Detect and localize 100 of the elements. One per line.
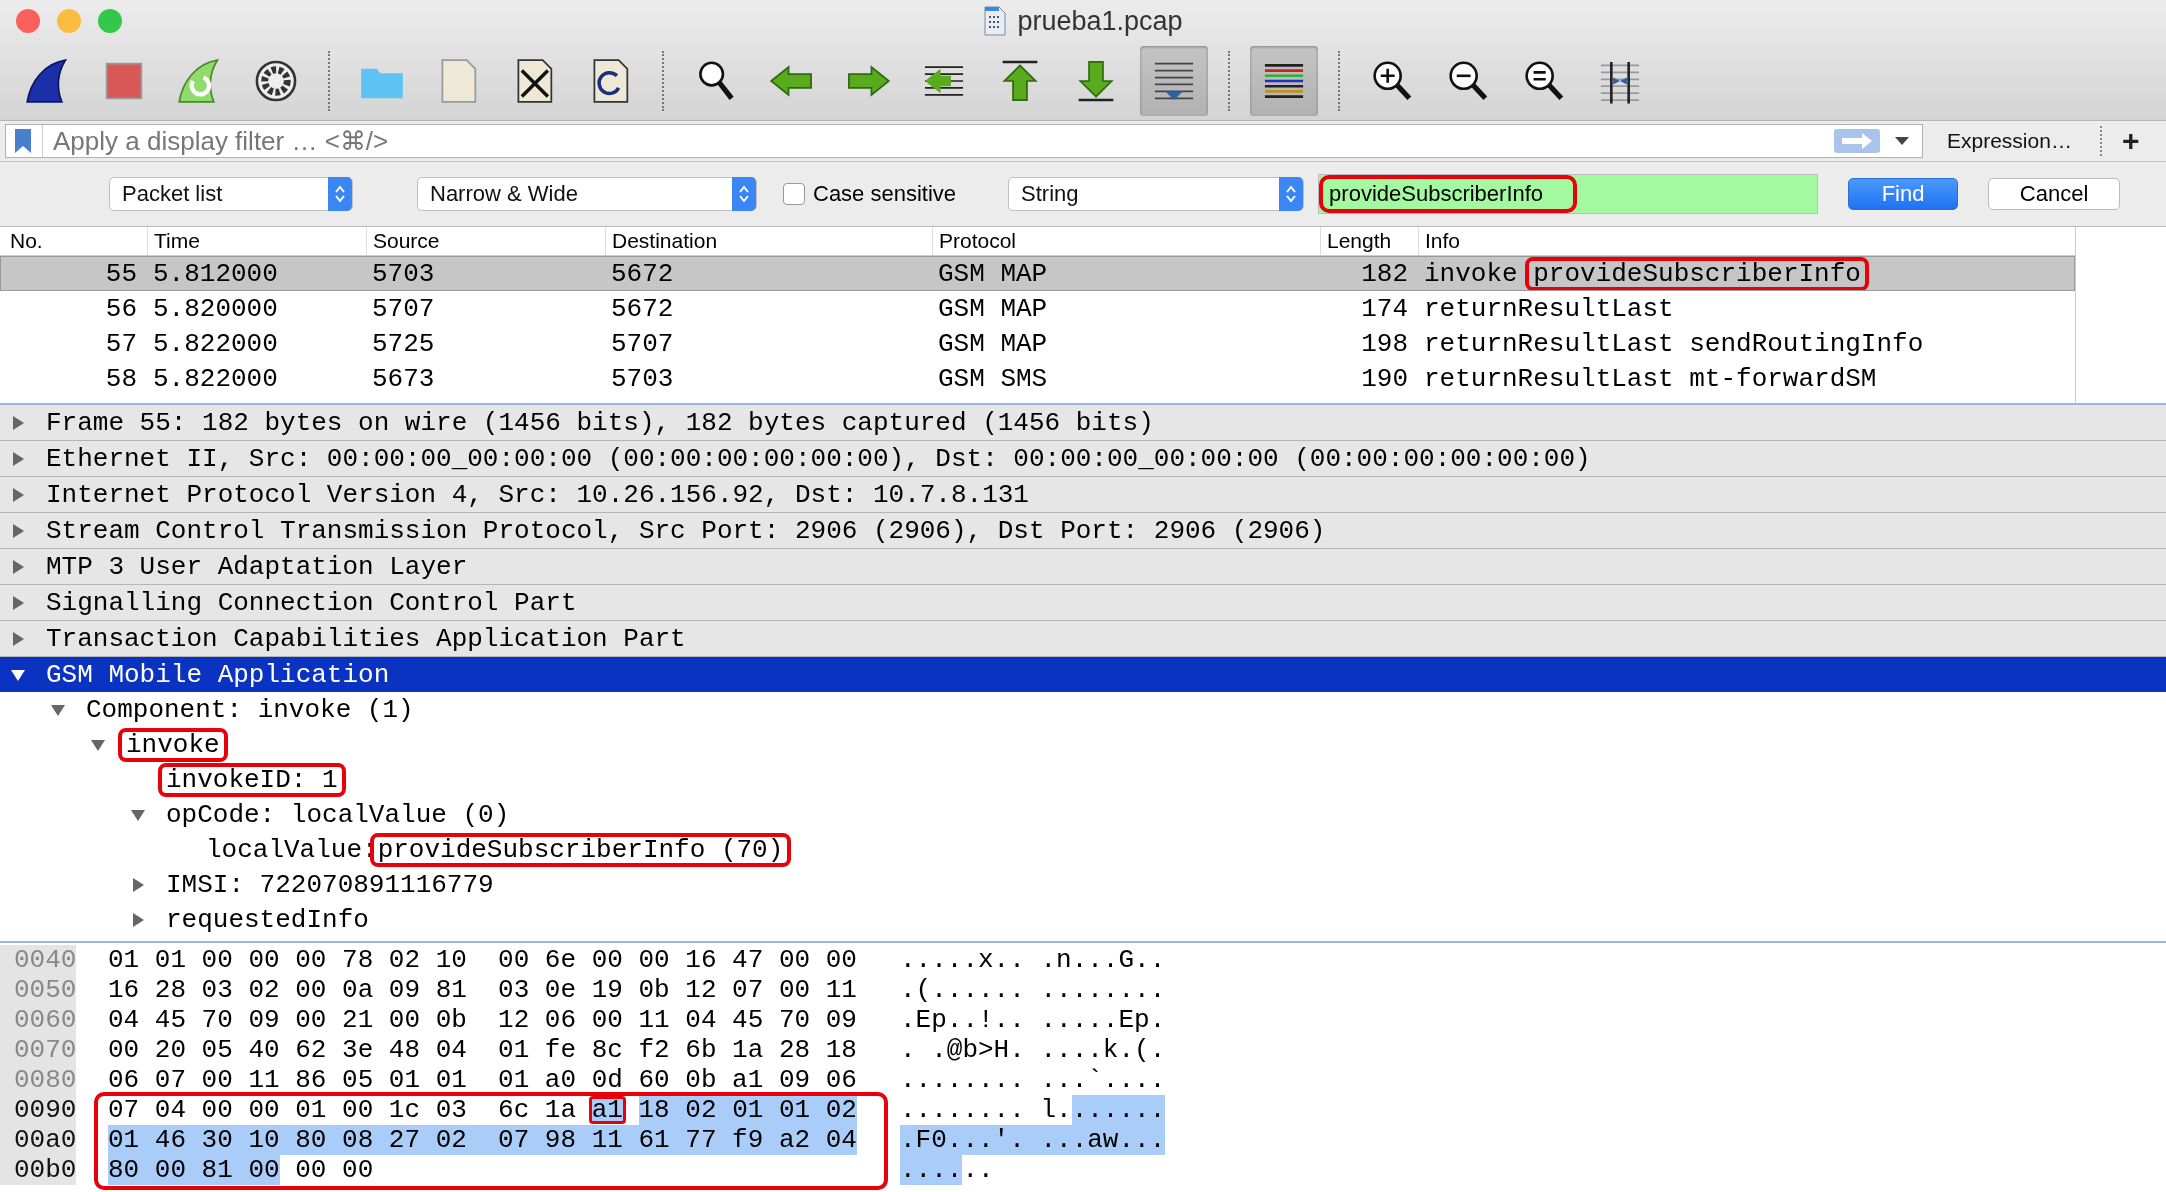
table-cell-text: 58 — [104, 363, 138, 394]
ascii-text: .F0...'. ...aw... — [900, 1125, 1166, 1155]
info-text: returnResultLast sendRoutingInfo — [1424, 328, 1924, 359]
column-header[interactable]: Destination — [605, 227, 932, 255]
table-cell-text: 5707 — [610, 328, 675, 359]
table-cell-text: 198 — [1360, 328, 1409, 359]
offset: 0090 — [0, 1095, 76, 1125]
expand-arrow-icon[interactable] — [10, 630, 26, 647]
hex-bytes: 06 07 00 11 86 05 01 01 01 a0 0d 60 0b a1 09 06 — [108, 1065, 857, 1095]
table-cell-text: 55 — [104, 258, 138, 289]
packet-row[interactable]: 57 5.822000 5725 5707 GSM MAP 198 returnResultLast sendRoutingInfo — [0, 326, 2075, 361]
expand-arrow-icon[interactable] — [10, 522, 26, 539]
cancel-button[interactable]: Cancel — [1988, 178, 2121, 210]
tree-item: Internet Protocol Version 4, Src: 10.26.156.92, Dst: 10.7.8.131 — [46, 479, 1029, 510]
expand-arrow-icon[interactable] — [10, 486, 26, 503]
column-header[interactable]: No. — [0, 227, 147, 255]
offset: 0080 — [0, 1065, 76, 1095]
bookmark-icon[interactable] — [14, 128, 32, 154]
add-button[interactable]: + — [2121, 124, 2140, 158]
tree-item: Signalling Connection Control Part — [46, 587, 577, 618]
tree-item: opCode: localValue (0) — [166, 799, 510, 830]
hex-bytes: 01 46 30 10 80 08 27 02 07 98 11 61 77 f9 a2 04 — [108, 1125, 857, 1155]
column-header[interactable]: Length — [1320, 227, 1418, 255]
column-header[interactable]: Time — [147, 227, 366, 255]
hex-bytes: a1 — [588, 1096, 626, 1124]
ascii-text: .(...... ........ — [900, 975, 1166, 1005]
tree-item: MTP 3 User Adaptation Layer — [46, 551, 468, 582]
right-arrow-icon — [1840, 132, 1874, 150]
checkbox-label: Case sensitive — [813, 181, 957, 207]
expand-arrow-icon[interactable] — [130, 876, 146, 893]
info-text: returnResultLast — [1424, 293, 1674, 324]
expand-arrow-icon[interactable] — [130, 911, 146, 928]
info-text: returnResultLast mt-forwardSM — [1424, 363, 1877, 394]
table-cell-text: 5672 — [610, 258, 675, 289]
find-button[interactable]: Find — [1848, 178, 1959, 210]
tree-item: Ethernet II, Src: 00:00:00_00:00:00 (00:00:00:00:00:00), Dst: 00:00:00_00:00:00 (00:00:00:00:00:00) — [46, 443, 1591, 474]
table-cell-text: 5673 — [371, 363, 436, 394]
ascii-text: ...... — [1071, 1095, 1166, 1125]
hex-bytes: 16 28 03 02 00 0a 09 81 03 0e 19 0b 12 07 00 11 — [108, 975, 857, 1005]
hex-bytes: 18 02 01 01 02 — [638, 1095, 857, 1125]
expression-button[interactable]: Expression… — [1947, 129, 2072, 153]
offset: 0050 — [0, 975, 76, 1005]
stepper-icon[interactable] — [1279, 177, 1304, 211]
table-cell-text: 190 — [1360, 363, 1409, 394]
info-text: invoke — [1424, 258, 1518, 289]
packet-row[interactable]: 55 5.812000 5703 5672 GSM MAP 182 invoke provideSubscriberInfo — [0, 256, 2075, 291]
offset: 00b0 — [0, 1155, 76, 1185]
expand-arrow-icon[interactable] — [10, 450, 26, 467]
tree-item: IMSI: 722070891116779 — [166, 869, 494, 900]
table-cell-text: 5703 — [371, 258, 436, 289]
autoscroll-button[interactable] — [1140, 46, 1208, 116]
column-header[interactable]: Source — [366, 227, 605, 255]
table-cell-text: 57 — [104, 328, 138, 359]
ascii-text: .....x.. .n...G.. — [900, 945, 1166, 975]
expand-arrow-icon[interactable] — [10, 414, 26, 431]
dropdown-caret-icon[interactable] — [1894, 136, 1910, 146]
offset: 0070 — [0, 1035, 76, 1065]
stepper-icon[interactable] — [328, 177, 352, 211]
packet-row[interactable]: 58 5.822000 5673 5703 GSM SMS 190 returnResultLast mt-forwardSM — [0, 361, 2075, 396]
checkbox[interactable] — [783, 183, 805, 205]
table-cell-text: 182 — [1360, 258, 1409, 289]
hex-bytes: 01 01 00 00 00 78 02 10 00 6e 00 00 16 47 00 00 — [108, 945, 857, 975]
annotated-text: provideSubscriberInfo (70) — [369, 832, 792, 867]
table-cell-text: GSM MAP — [937, 258, 1049, 289]
offset: 0040 — [0, 945, 76, 975]
hex-bytes: 00 20 05 40 62 3e 48 04 01 fe 8c f2 6b 1a 28 18 — [108, 1035, 857, 1065]
offset: 0060 — [0, 1005, 76, 1035]
table-cell-text: 5.812000 — [152, 258, 279, 289]
ascii-text: .Ep..!.. .....Ep. — [900, 1005, 1166, 1035]
annotated-text: invokeID: 1 — [158, 762, 346, 797]
character-width-select[interactable]: Narrow & Wide — [417, 177, 757, 211]
ascii-text: .. — [962, 1155, 994, 1185]
column-header[interactable]: Protocol — [932, 227, 1320, 255]
stepper-icon[interactable] — [732, 177, 756, 211]
hex-bytes: 04 45 70 09 00 21 00 0b 12 06 00 11 04 45 70 09 — [108, 1005, 857, 1035]
table-cell-text: 5.820000 — [152, 293, 279, 324]
search-field[interactable]: provideSubscriberInfo — [1318, 174, 1819, 214]
expand-arrow-icon[interactable] — [10, 558, 26, 575]
search-in-select[interactable]: Packet list — [109, 177, 353, 211]
tree-item: Component: invoke (1) — [86, 694, 414, 725]
close-window-button[interactable] — [16, 9, 40, 33]
ascii-text: . .@b>H. ....k.(. — [900, 1035, 1166, 1065]
colored-lines-button[interactable] — [1250, 46, 1318, 116]
search-text: provideSubscriberInfo — [1319, 175, 1578, 213]
packet-row[interactable]: 56 5.820000 5707 5672 GSM MAP 174 returnResultLast — [0, 291, 2075, 326]
tree-item: GSM Mobile Application — [46, 659, 390, 690]
hex-bytes: 00 00 — [295, 1155, 374, 1185]
table-cell-text: 56 — [104, 293, 138, 324]
ascii-text: .... — [900, 1155, 963, 1185]
table-cell-text: 5.822000 — [152, 328, 279, 359]
table-cell-text: 5703 — [610, 363, 675, 394]
hex-bytes: 80 00 81 00 — [108, 1155, 280, 1185]
ascii-text: ........ l. — [900, 1095, 1072, 1125]
search-type-select[interactable]: String — [1008, 177, 1305, 211]
column-header[interactable]: Info — [1418, 227, 2075, 255]
table-cell-text: 174 — [1360, 293, 1409, 324]
expand-arrow-icon[interactable] — [10, 594, 26, 611]
tree-item: requestedInfo — [166, 904, 369, 935]
window-title: prueba1.pcap — [1017, 5, 1183, 37]
table-cell-text: GSM SMS — [937, 363, 1049, 394]
